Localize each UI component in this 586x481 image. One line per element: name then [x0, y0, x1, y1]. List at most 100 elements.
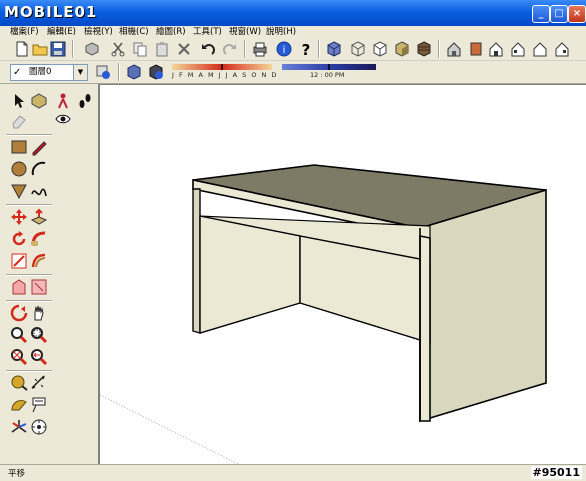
toolbar-separator: [318, 40, 320, 58]
zoom-extents-icon[interactable]: [10, 348, 28, 366]
tool-palette: [0, 84, 91, 464]
pencil-line-icon[interactable]: [30, 138, 48, 156]
right-view-icon[interactable]: [510, 41, 526, 57]
menu-view[interactable]: 檢視(Y): [84, 26, 113, 38]
orbit-icon[interactable]: [10, 304, 28, 322]
freehand-tool-icon[interactable]: [30, 182, 48, 200]
cut-icon[interactable]: [110, 41, 126, 57]
iso-view-icon[interactable]: [326, 41, 342, 57]
shaded-icon[interactable]: [394, 41, 410, 57]
protractor-icon[interactable]: [10, 396, 28, 414]
pan-hand-icon[interactable]: [30, 304, 48, 322]
watermark-label: #95011: [530, 466, 582, 479]
chevron-down-icon[interactable]: ▼: [73, 65, 87, 80]
layer-select[interactable]: ✓ 圖層0 ▼: [10, 64, 88, 81]
menu-camera[interactable]: 相機(C): [119, 26, 149, 38]
iso-house-icon[interactable]: [446, 41, 462, 57]
month-labels: J F M A M J J A S O N D: [172, 71, 278, 79]
axes-icon[interactable]: [10, 418, 28, 436]
toolbar-separator: [118, 63, 120, 81]
desk-right-panel: [419, 188, 547, 423]
layer-name: 圖層0: [29, 67, 52, 77]
layers-shadow-toolbar: ✓ 圖層0 ▼ J F M A M J J A S O N D 12 : 00 …: [0, 61, 586, 84]
left-view-icon[interactable]: [554, 41, 570, 57]
previous-view-icon[interactable]: [30, 348, 48, 366]
mobile01-logo: MOBILE01: [4, 3, 98, 21]
maximize-button[interactable]: □: [550, 5, 568, 23]
rotate-tool-icon[interactable]: [10, 230, 28, 248]
layer-check: ✓: [13, 67, 22, 78]
palette-separator: [6, 370, 52, 372]
time-slider[interactable]: [282, 64, 376, 70]
walk-person-icon[interactable]: [54, 92, 72, 110]
toolbar-separator: [72, 40, 74, 58]
eraser-icon[interactable]: [10, 112, 28, 130]
make-component-tool-icon[interactable]: [30, 92, 48, 110]
circle-tool-icon[interactable]: [10, 160, 28, 178]
polygon-tool-icon[interactable]: [10, 182, 28, 200]
menu-file[interactable]: 檔案(F): [10, 26, 39, 38]
top-view-icon[interactable]: [468, 41, 484, 57]
model-info-icon[interactable]: i: [276, 41, 292, 57]
position-camera-icon[interactable]: [30, 418, 48, 436]
redo-icon[interactable]: [222, 41, 238, 57]
svg-text:?: ?: [302, 41, 311, 57]
tape-measure-icon[interactable]: [10, 374, 28, 392]
zoom-window-icon[interactable]: [30, 326, 48, 344]
month-slider[interactable]: [172, 64, 272, 70]
toolbar-separator: [244, 40, 246, 58]
undo-icon[interactable]: [200, 41, 216, 57]
erase-x-icon[interactable]: [176, 41, 192, 57]
open-folder-icon[interactable]: [32, 41, 48, 57]
ground-axis-line: [99, 394, 241, 466]
title-bar: MOBILE01 _ □ ×: [0, 0, 586, 26]
svg-text:i: i: [283, 45, 286, 56]
layer-manager-icon[interactable]: [95, 64, 111, 80]
save-icon[interactable]: [50, 41, 66, 57]
hidden-line-icon[interactable]: [372, 41, 388, 57]
new-file-icon[interactable]: [14, 41, 30, 57]
desk-left-panel-face: [199, 215, 301, 334]
footprints-icon[interactable]: [76, 92, 94, 110]
menu-bar: 檔案(F) 編輯(E) 檢視(Y) 相機(C) 繪圖(R) 工具(T) 視窗(W…: [0, 26, 586, 38]
push-pull-icon[interactable]: [30, 208, 48, 226]
shadows-toggle-icon[interactable]: [126, 64, 142, 80]
minimize-button[interactable]: _: [532, 5, 550, 23]
front-view-icon[interactable]: [488, 41, 504, 57]
desk-left-panel: [192, 188, 201, 334]
desk-right-leg-front: [419, 235, 431, 422]
move-tool-icon[interactable]: [10, 208, 28, 226]
close-button[interactable]: ×: [568, 5, 586, 23]
menu-help[interactable]: 說明(H): [266, 26, 296, 38]
textured-icon[interactable]: [416, 41, 432, 57]
menu-edit[interactable]: 編輯(E): [47, 26, 76, 38]
wireframe-icon[interactable]: [350, 41, 366, 57]
palette-separator: [6, 134, 52, 136]
dimension-icon[interactable]: [30, 374, 48, 392]
menu-draw[interactable]: 繪圖(R): [156, 26, 186, 38]
select-arrow-icon[interactable]: [10, 92, 28, 110]
status-bar: 平移 #95011: [0, 464, 586, 481]
back-view-icon[interactable]: [532, 41, 548, 57]
make-component-icon[interactable]: [84, 41, 100, 57]
arc-tool-icon[interactable]: [30, 160, 48, 178]
paste-icon[interactable]: [154, 41, 170, 57]
drawing-viewport[interactable]: [98, 84, 586, 466]
menu-tools[interactable]: 工具(T): [193, 26, 222, 38]
help-question-icon[interactable]: ?: [298, 41, 314, 57]
copy-icon[interactable]: [132, 41, 148, 57]
toolbar-separator: [438, 40, 440, 58]
menu-window[interactable]: 視窗(W): [229, 26, 261, 38]
text-label-icon[interactable]: [30, 396, 48, 414]
rectangle-tool-icon[interactable]: [10, 138, 28, 156]
zoom-magnifier-icon[interactable]: [10, 326, 28, 344]
shadow-settings-icon[interactable]: [148, 64, 164, 80]
palette-separator: [6, 300, 52, 302]
texture-icon[interactable]: [30, 278, 48, 296]
scale-tool-icon[interactable]: [10, 252, 28, 270]
follow-me-icon[interactable]: [30, 230, 48, 248]
look-around-eye-icon[interactable]: [54, 110, 72, 128]
offset-tool-icon[interactable]: [30, 252, 48, 270]
print-icon[interactable]: [252, 41, 268, 57]
paint-bucket-icon[interactable]: [10, 278, 28, 296]
